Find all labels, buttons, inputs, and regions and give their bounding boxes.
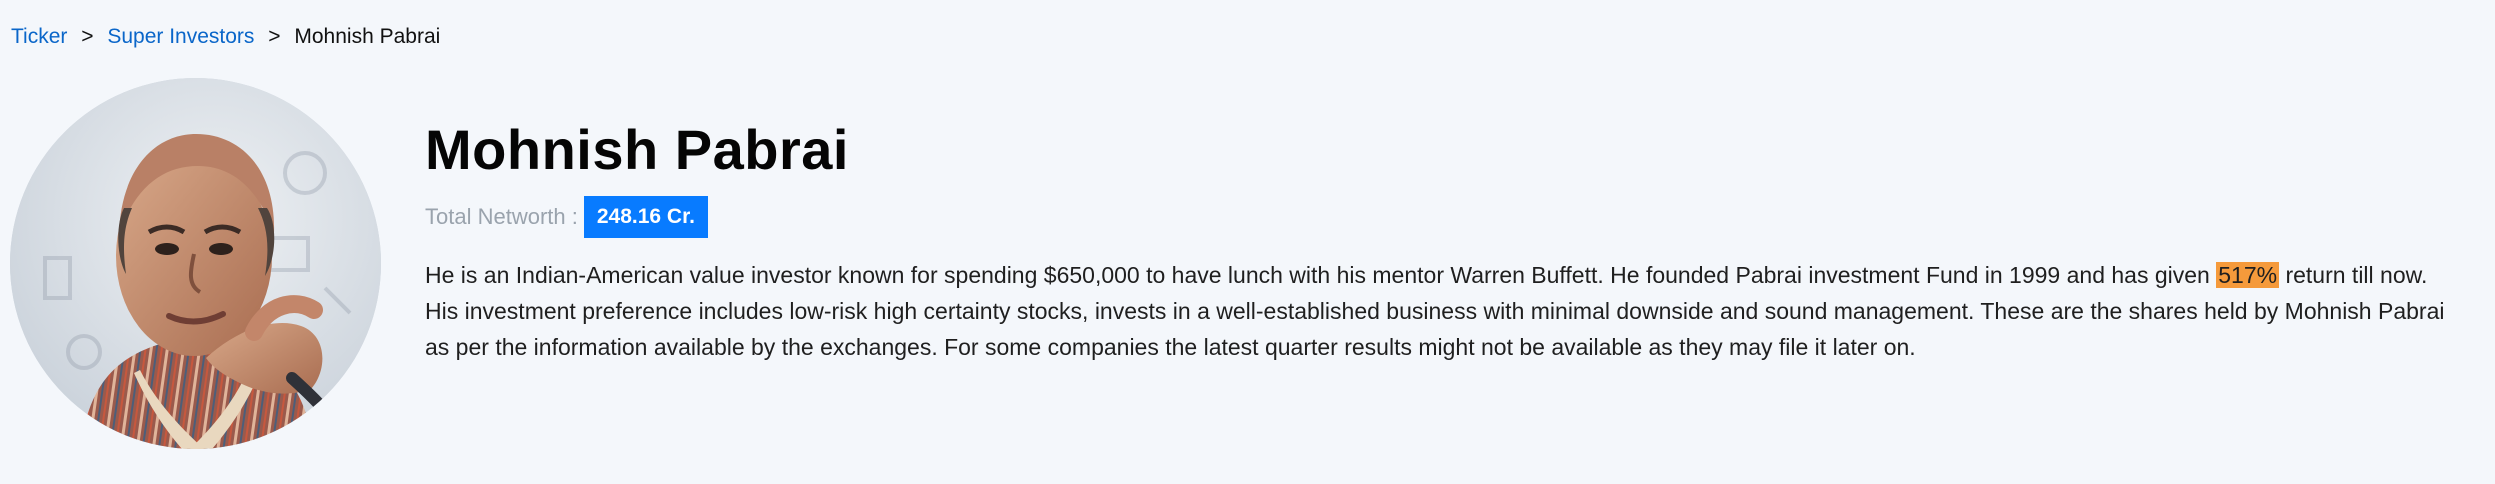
breadcrumb-separator: > <box>268 25 281 48</box>
total-networth-value-badge: 248.16 Cr. <box>583 196 708 238</box>
total-networth-label: Total Networth : <box>425 204 578 229</box>
bio-text-before-highlight: He is an Indian-American value investor … <box>425 262 2217 288</box>
investor-profile: Mohnish Pabrai Total Networth : 248.16 C… <box>425 118 2455 388</box>
breadcrumb-separator: > <box>81 25 94 48</box>
breadcrumb-link-super-investors[interactable]: Super Investors <box>107 25 254 48</box>
breadcrumb: Ticker > Super Investors > Mohnish Pabra… <box>11 22 440 52</box>
breadcrumb-link-ticker[interactable]: Ticker <box>11 25 67 48</box>
total-networth-row: Total Networth : 248.16 Cr. <box>425 196 2455 238</box>
investor-avatar <box>10 78 381 449</box>
investor-portrait-image <box>10 78 381 449</box>
return-percentage-highlight: 517% <box>2216 262 2280 288</box>
investor-name: Mohnish Pabrai <box>425 118 849 181</box>
breadcrumb-current-page: Mohnish Pabrai <box>294 25 441 48</box>
investor-bio: He is an Indian-American value investor … <box>425 257 2455 365</box>
